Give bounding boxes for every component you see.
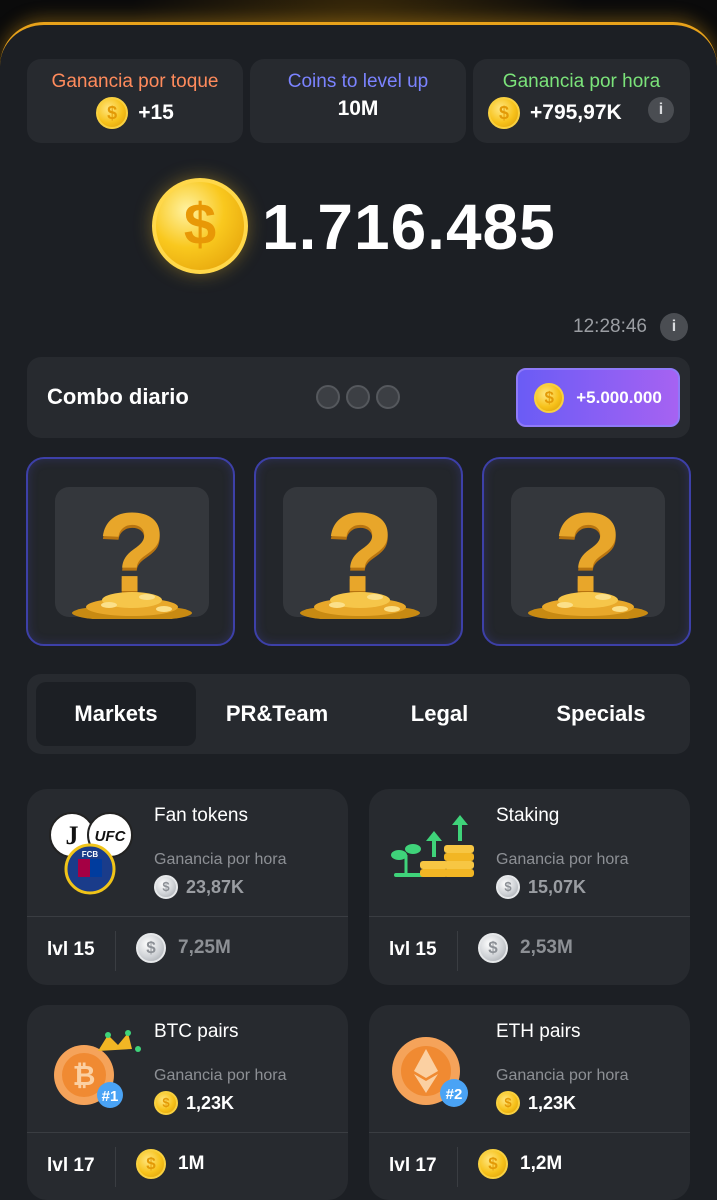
upgrade-cost-row: $ 1,2M bbox=[478, 1149, 562, 1179]
upgrade-name: Fan tokens bbox=[154, 805, 248, 826]
divider bbox=[457, 1147, 458, 1187]
coin-pile-icon bbox=[72, 592, 192, 619]
upgrade-cost: 2,53M bbox=[520, 937, 573, 958]
combo-progress-dot bbox=[376, 385, 400, 409]
tab-legal[interactable]: Legal bbox=[367, 682, 512, 746]
stat-value-row: 10M bbox=[250, 97, 466, 121]
stat-value: +795,97K bbox=[530, 101, 622, 124]
coin-icon: $ bbox=[152, 178, 248, 274]
upgrade-profit-label: Ganancia por hora bbox=[154, 851, 287, 868]
coin-pile-icon bbox=[300, 592, 420, 619]
upgrade-profit-value: 1,23K bbox=[528, 1092, 577, 1113]
upgrade-profit-row: $ 23,87K bbox=[154, 875, 244, 899]
upgrade-profit-label: Ganancia por hora bbox=[496, 851, 629, 868]
upgrade-profit-value: 23,87K bbox=[186, 876, 245, 897]
upgrade-profit-value: 1,23K bbox=[186, 1092, 235, 1113]
tab-specials[interactable]: Specials bbox=[527, 682, 675, 746]
btc-coin-icon: ₿ #1 bbox=[54, 1030, 141, 1108]
svg-text:#2: #2 bbox=[446, 1086, 463, 1103]
tab-pr-team[interactable]: PR&Team bbox=[207, 682, 347, 746]
coin-icon: $ bbox=[136, 933, 166, 963]
stat-value: +15 bbox=[138, 101, 174, 124]
card-inner: ? bbox=[55, 487, 209, 619]
svg-text:J: J bbox=[66, 821, 79, 850]
coin-icon: $ bbox=[136, 1149, 166, 1179]
upgrade-profit-row: $ 15,07K bbox=[496, 875, 586, 899]
stat-label: Ganancia por hora bbox=[502, 71, 661, 92]
upgrade-profit-row: $ 1,23K bbox=[496, 1091, 576, 1115]
coin-icon: $ bbox=[478, 933, 508, 963]
balance-amount: 1.716.485 bbox=[262, 191, 556, 263]
divider bbox=[457, 931, 458, 971]
upgrade-cost-row: $ 2,53M bbox=[478, 933, 573, 963]
upgrade-cost-row: $ 7,25M bbox=[136, 933, 231, 963]
divider bbox=[369, 1132, 690, 1133]
upgrade-cost-row: $ 1M bbox=[136, 1149, 204, 1179]
upgrade-profit-label: Ganancia por hora bbox=[154, 1067, 287, 1084]
divider bbox=[115, 1147, 116, 1187]
coin-icon: $ bbox=[488, 97, 520, 129]
upgrade-cost: 7,25M bbox=[178, 937, 231, 958]
coin-pile-icon bbox=[528, 592, 648, 619]
svg-text:₿: ₿ bbox=[73, 1060, 96, 1091]
coin-icon: $ bbox=[96, 97, 129, 129]
combo-progress-dot bbox=[346, 385, 370, 409]
coin-icon: $ bbox=[534, 382, 565, 413]
daily-combo-title: Combo diario bbox=[47, 384, 189, 409]
tab-markets[interactable]: Markets bbox=[36, 682, 196, 746]
stat-value: 10M bbox=[337, 97, 379, 120]
card-inner: ? bbox=[511, 487, 665, 619]
upgrade-name: Staking bbox=[496, 805, 560, 826]
combo-timer: 12:28:46 bbox=[573, 316, 647, 337]
combo-reward-button[interactable]: $ +5.000.000 bbox=[516, 368, 680, 427]
coin-icon: $ bbox=[496, 875, 520, 899]
upgrade-card-staking[interactable]: Staking Ganancia por hora $ 15,07K lvl 1… bbox=[369, 789, 690, 985]
coin-icon: $ bbox=[154, 875, 178, 899]
coin-icon: $ bbox=[478, 1149, 508, 1179]
stat-value-row: $ +15 bbox=[27, 97, 243, 129]
category-tabs: Markets PR&Team Legal Specials bbox=[27, 674, 690, 754]
stat-label: Coins to level up bbox=[287, 71, 429, 92]
stat-earn-per-hour: Ganancia por hora $ +795,97K i bbox=[473, 59, 690, 143]
info-icon[interactable]: i bbox=[660, 313, 688, 341]
upgrade-name: BTC pairs bbox=[154, 1021, 239, 1042]
combo-card-1[interactable]: ? bbox=[26, 457, 235, 646]
upgrade-profit-value: 15,07K bbox=[528, 876, 587, 897]
divider bbox=[27, 1132, 348, 1133]
upgrade-profit-label: Ganancia por hora bbox=[496, 1067, 629, 1084]
stat-earn-per-tap: Ganancia por toque $ +15 bbox=[27, 59, 243, 143]
info-icon[interactable]: i bbox=[648, 97, 674, 123]
upgrade-cost: 1,2M bbox=[520, 1153, 563, 1174]
coin-icon: $ bbox=[496, 1091, 520, 1115]
divider bbox=[369, 916, 690, 917]
upgrade-level: lvl 17 bbox=[47, 1155, 95, 1176]
svg-text:FCB: FCB bbox=[82, 850, 99, 859]
combo-reward-amount: +5.000.000 bbox=[576, 387, 662, 407]
upgrade-card-eth-pairs[interactable]: #2 ETH pairs Ganancia por hora $ 1,23K l… bbox=[369, 1005, 690, 1200]
combo-card-3[interactable]: ? bbox=[482, 457, 691, 646]
coin-icon: $ bbox=[154, 1091, 178, 1115]
svg-text:UFC: UFC bbox=[95, 828, 127, 845]
upgrade-level: lvl 15 bbox=[47, 939, 95, 960]
upgrade-level: lvl 15 bbox=[389, 939, 437, 960]
stat-coins-to-level-up: Coins to level up 10M bbox=[250, 59, 466, 143]
upgrade-level: lvl 17 bbox=[389, 1155, 437, 1176]
daily-combo-bar: Combo diario $ +5.000.000 bbox=[27, 357, 690, 438]
combo-card-2[interactable]: ? bbox=[254, 457, 463, 646]
svg-text:#1: #1 bbox=[102, 1088, 119, 1105]
upgrade-card-btc-pairs[interactable]: ₿ #1 BTC pairs Ganancia por hora $ 1,23K… bbox=[27, 1005, 348, 1200]
upgrade-name: ETH pairs bbox=[496, 1021, 581, 1042]
fan-tokens-icon: J UFC FCB bbox=[49, 812, 133, 895]
combo-progress-dot bbox=[316, 385, 340, 409]
stat-label: Ganancia por toque bbox=[51, 71, 219, 92]
divider bbox=[115, 931, 116, 971]
upgrade-profit-row: $ 1,23K bbox=[154, 1091, 234, 1115]
upgrade-card-fan-tokens[interactable]: J UFC FCB Fan tokens Ganancia por hora $… bbox=[27, 789, 348, 985]
staking-icon bbox=[391, 815, 474, 877]
card-inner: ? bbox=[283, 487, 437, 619]
upgrade-cost: 1M bbox=[178, 1153, 205, 1174]
eth-coin-icon: #2 bbox=[392, 1037, 468, 1107]
divider bbox=[27, 916, 348, 917]
